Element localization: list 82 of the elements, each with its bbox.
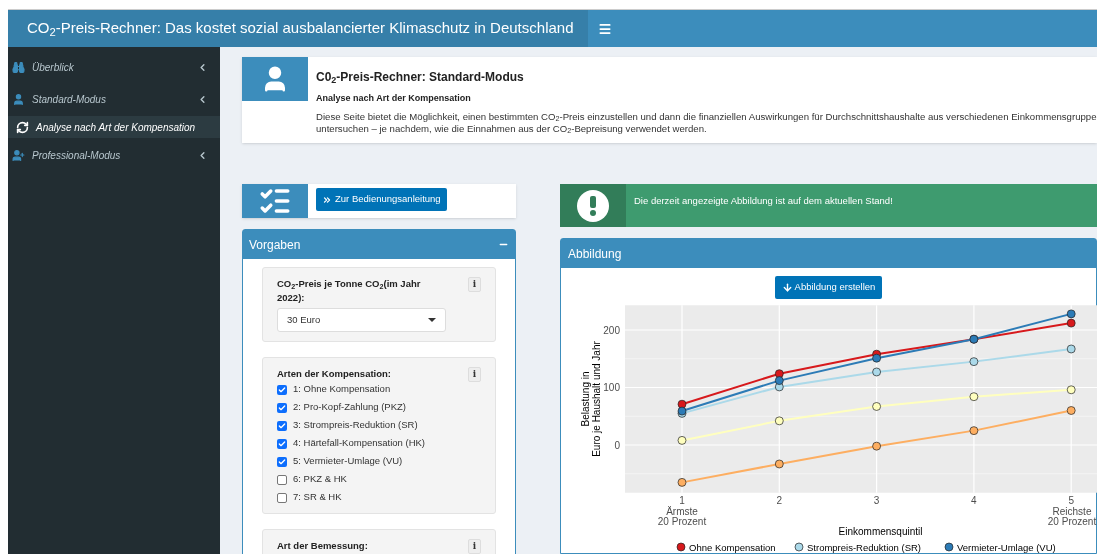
dropdown-caret-icon: [428, 318, 436, 322]
x-axis-title: Einkommensquintil: [838, 525, 923, 537]
intro-description: Diese Seite bietet die Möglichkeit, einen bestimmten CO$_{2}$-Preis einzustellen und dann die finanziellen Auswirkungen für Durchschnittshaushalte aus verschiedenen Einkommensgruppe untersuchen – je nachdem, wie die Einnahmen aus der CO$_{2}$-Bepreisung verwendet werden.: [316, 110, 1097, 135]
x-tick-label: 2: [776, 494, 783, 506]
data-point: [774, 416, 784, 426]
sidebar-item[interactable]: Standard-Modus: [8, 83, 220, 115]
data-point: [677, 399, 687, 409]
data-point: [677, 436, 687, 445]
info-button[interactable]: i: [468, 367, 481, 382]
intro-subtitle: Analyse nach Art der Kompensation: [316, 92, 472, 105]
data-point: [1066, 406, 1076, 415]
price-select[interactable]: 30 Euro: [277, 308, 446, 332]
x-tick-label: 1: [679, 494, 685, 506]
exclamation-icon: [577, 189, 609, 222]
panel-title: Abbildung: [568, 245, 622, 263]
double-chevron-icon: [322, 194, 332, 205]
info-button[interactable]: i: [468, 539, 481, 554]
data-point: [774, 376, 784, 385]
panel-title: Vorgaben: [249, 236, 301, 254]
group-label: Art der Bemessung:: [277, 539, 369, 553]
checkbox-option[interactable]: 6: PKZ & HK: [277, 473, 481, 486]
legend-label: Ohne Kompensation: [689, 541, 776, 553]
x-tick-note: Reichste 20 Prozent: [1047, 505, 1097, 527]
data-point: [969, 426, 979, 435]
user-icon: [12, 92, 25, 106]
data-point: [774, 369, 784, 379]
x-tick-note: Ärmste 20 Prozent: [657, 505, 707, 527]
app-title: CO$_{2}$-Preis-Rechner: Das kostet sozial ausbalancierter Klimaschutz in Deutschland: [27, 18, 574, 40]
y-tick-label: 100: [603, 382, 620, 393]
sidebar-item[interactable]: Analyse nach Art der Kompensation: [8, 116, 220, 138]
info-button[interactable]: i: [468, 277, 481, 292]
checkbox[interactable]: [277, 456, 287, 467]
data-point: [872, 367, 881, 377]
alert-message: Die derzeit angezeigte Abbildung ist auf dem aktuellen Stand!: [633, 194, 893, 208]
checkbox-option[interactable]: 7: SR & HK: [277, 491, 481, 504]
checkbox-option[interactable]: 4: Härtefall-Kompensation (HK): [277, 437, 481, 450]
y-tick-label: 200: [603, 324, 620, 336]
data-point: [872, 353, 881, 363]
data-point: [1066, 385, 1076, 395]
arrow-down-icon: [781, 282, 793, 293]
sidebar-item[interactable]: Professional-Modus: [8, 139, 220, 171]
data-point: [1066, 344, 1076, 354]
data-point: [872, 441, 881, 451]
checkbox[interactable]: [277, 474, 287, 485]
checkbox-option[interactable]: 1: Ohne Kompensation: [277, 383, 481, 396]
data-point: [1066, 318, 1076, 328]
checkbox[interactable]: [277, 492, 287, 503]
create-figure-button[interactable]: Abbildung erstellen: [774, 276, 883, 299]
data-point: [774, 459, 784, 469]
data-point: [872, 402, 881, 411]
intro-title: C0$_{2}$-Preis-Rechner: Standard-Modus: [316, 69, 525, 86]
sidebar-item[interactable]: Überblick: [8, 51, 220, 83]
y-axis-title: Belastung in Euro je Haushalt und Jahr: [580, 341, 602, 457]
group-label: Arten der Kompensation:: [277, 367, 392, 381]
data-point: [969, 392, 979, 402]
x-tick-label: 3: [873, 494, 880, 506]
checkbox-option[interactable]: 3: Strompreis-Reduktion (SR): [277, 419, 481, 432]
menu-icon: [598, 21, 612, 36]
legend-dot: [676, 542, 686, 552]
guide-button[interactable]: Zur Bedienungsanleitung: [316, 188, 447, 211]
legend-label: Strompreis-Reduktion (SR): [807, 541, 922, 553]
data-point: [1066, 309, 1076, 319]
x-tick-label: 5: [1068, 494, 1074, 506]
checkbox[interactable]: [277, 420, 287, 431]
user-plus-icon: [12, 148, 25, 162]
legend-dot: [944, 542, 954, 552]
refresh-icon: [16, 120, 29, 134]
x-tick-label: 4: [971, 494, 977, 506]
checkbox-option[interactable]: 2: Pro-Kopf-Zahlung (PKZ): [277, 401, 481, 414]
checkbox[interactable]: [277, 384, 287, 395]
y-tick-label: 0: [614, 439, 620, 451]
checkbox[interactable]: [277, 402, 287, 413]
legend-dot: [794, 542, 804, 552]
data-point: [969, 357, 979, 366]
group-label: CO$_{2}$-Preis je Tonne CO$_{2}$(im Jahr 2022):: [277, 277, 422, 305]
checkbox[interactable]: [277, 438, 287, 449]
legend-label: Vermieter-Umlage (VU): [957, 541, 1056, 553]
data-point: [677, 478, 687, 487]
checkbox-option[interactable]: 5: Vermieter-Umlage (VU): [277, 455, 481, 468]
binoculars-icon: [12, 60, 25, 74]
data-point: [774, 382, 784, 392]
menu-toggle-button[interactable]: [598, 21, 612, 36]
